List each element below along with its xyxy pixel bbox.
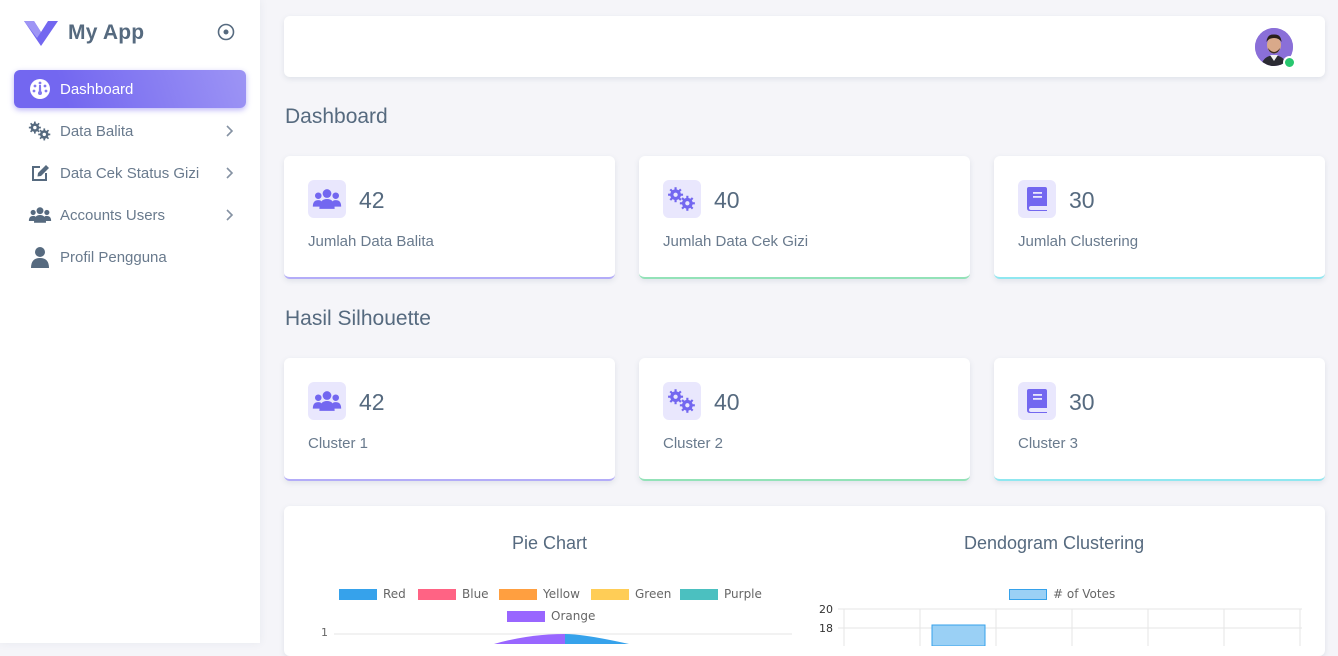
dashboard-icon xyxy=(28,77,52,101)
stat-label: Cluster 2 xyxy=(663,435,724,452)
legend-swatch xyxy=(339,588,377,600)
sidebar-item-label: Data Balita xyxy=(60,122,134,140)
legend-swatch xyxy=(1009,588,1047,600)
book-icon xyxy=(1018,180,1056,218)
book-icon xyxy=(1018,382,1056,420)
pie-chart: 1 xyxy=(321,626,792,644)
sidebar-item-dashboard[interactable]: Dashboard xyxy=(14,70,246,108)
chevron-right-icon xyxy=(226,209,234,221)
legend-label: Blue xyxy=(462,587,489,601)
legend-swatch xyxy=(591,588,629,600)
edit-icon xyxy=(28,161,52,185)
app-name: My App xyxy=(68,21,145,44)
stat-label: Jumlah Clustering xyxy=(1018,233,1139,250)
legend-swatch xyxy=(680,588,718,600)
user-icon xyxy=(28,245,52,269)
stat-card-cluster-3: 30 Cluster 3 xyxy=(994,358,1325,481)
stat-card-jumlah-clustering: 30 Jumlah Clustering xyxy=(994,156,1325,279)
stat-card-jumlah-data-cek-gizi: 40 Jumlah Data Cek Gizi xyxy=(639,156,970,279)
gears-icon xyxy=(663,382,701,420)
legend-item[interactable]: Green xyxy=(591,587,671,601)
legend-label: Orange xyxy=(551,609,596,623)
legend-label: Red xyxy=(383,587,406,601)
sidebar-toggle-icon[interactable] xyxy=(217,23,235,41)
online-status-dot xyxy=(1283,56,1296,69)
users-icon xyxy=(308,382,346,420)
pie-y-tick: 1 xyxy=(321,626,328,639)
sidebar-item-data-cek-status-gizi[interactable]: Data Cek Status Gizi xyxy=(14,154,246,192)
legend-label: Purple xyxy=(724,587,762,601)
legend-label: Yellow xyxy=(543,587,580,601)
charts-panel: Pie Chart Dendogram Clustering Red Blue … xyxy=(284,506,1325,656)
legend-label: # of Votes xyxy=(1053,587,1116,601)
legend-item[interactable]: Blue xyxy=(418,587,489,601)
app-logo-icon xyxy=(24,21,58,46)
stat-value: 30 xyxy=(1069,389,1095,415)
sidebar-item-accounts-users[interactable]: Accounts Users xyxy=(14,196,246,234)
gears-icon xyxy=(28,119,52,143)
sidebar: My App Dashboard Data Balita Data Cek St… xyxy=(0,0,260,643)
stat-value: 42 xyxy=(359,389,385,415)
stat-label: Jumlah Data Cek Gizi xyxy=(663,233,809,250)
legend-swatch xyxy=(418,588,456,600)
stat-value: 40 xyxy=(714,389,740,415)
stat-label: Cluster 1 xyxy=(308,435,369,452)
section-title-dashboard: Dashboard xyxy=(285,105,388,128)
bar-chart-title: Dendogram Clustering xyxy=(964,533,1145,553)
stat-label: Jumlah Data Balita xyxy=(308,233,434,250)
bar-chart: 20 18 xyxy=(819,603,1302,646)
chevron-right-icon xyxy=(226,167,234,179)
sidebar-item-data-balita[interactable]: Data Balita xyxy=(14,112,246,150)
section-title-hasil-silhouette: Hasil Silhouette xyxy=(285,307,431,330)
legend-swatch xyxy=(499,588,537,600)
chevron-right-icon xyxy=(226,125,234,137)
pie-chart-title: Pie Chart xyxy=(512,533,588,553)
legend-item[interactable]: Purple xyxy=(680,587,762,601)
bar-y-tick: 18 xyxy=(819,622,833,635)
stat-card-cluster-2: 40 Cluster 2 xyxy=(639,358,970,481)
sidebar-item-label: Accounts Users xyxy=(60,206,166,224)
legend-swatch xyxy=(507,610,545,622)
sidebar-menu: Dashboard Data Balita Data Cek Status Gi… xyxy=(14,70,246,280)
legend-item[interactable]: Yellow xyxy=(499,587,580,601)
users-icon xyxy=(308,180,346,218)
sidebar-item-label: Profil Pengguna xyxy=(60,248,167,266)
gears-icon xyxy=(663,180,701,218)
legend-label: Green xyxy=(635,587,672,601)
sidebar-item-label: Data Cek Status Gizi xyxy=(60,164,200,182)
legend-item[interactable]: Orange xyxy=(507,609,595,623)
brand[interactable]: My App xyxy=(24,18,144,48)
stat-value: 42 xyxy=(359,187,385,213)
bar-y-tick: 20 xyxy=(819,603,833,616)
stat-label: Cluster 3 xyxy=(1018,435,1079,452)
legend-item[interactable]: # of Votes xyxy=(1009,587,1115,601)
sidebar-item-label: Dashboard xyxy=(60,80,134,98)
stat-value: 30 xyxy=(1069,187,1095,213)
stat-card-jumlah-data-balita: 42 Jumlah Data Balita xyxy=(284,156,615,279)
legend-item[interactable]: Red xyxy=(339,587,406,601)
sidebar-item-profil-pengguna[interactable]: Profil Pengguna xyxy=(14,238,246,276)
users-icon xyxy=(28,203,52,227)
stat-card-cluster-1: 42 Cluster 1 xyxy=(284,358,615,481)
top-navbar xyxy=(284,16,1325,77)
stat-value: 40 xyxy=(714,187,740,213)
